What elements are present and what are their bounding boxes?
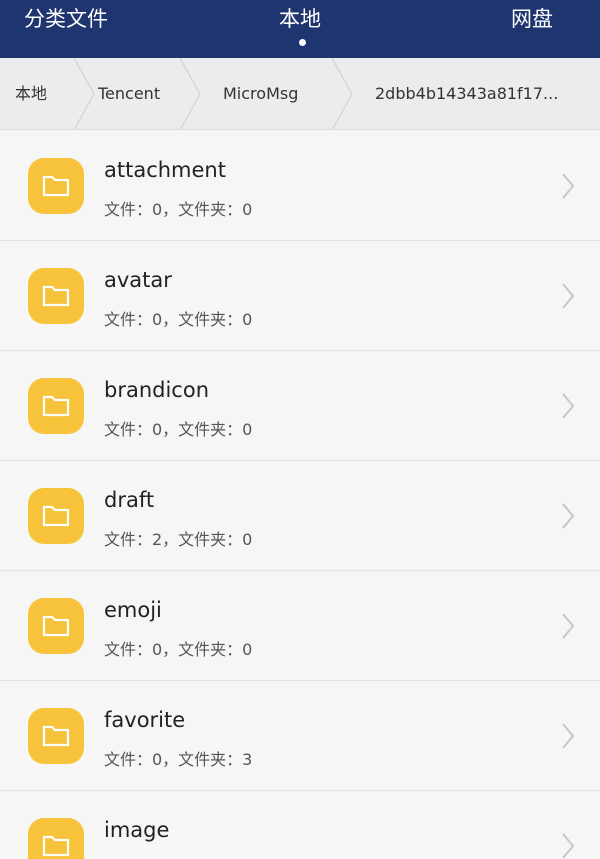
folder-meta: 文件：0，文件夹：3	[104, 750, 253, 769]
folder-icon	[28, 708, 84, 764]
folder-name: emoji	[104, 598, 162, 622]
breadcrumb-separator-icon	[72, 58, 96, 129]
folder-row[interactable]: avatar 文件：0，文件夹：0	[0, 241, 600, 351]
top-tab-bar: 分类文件 本地 网盘	[0, 0, 600, 58]
folder-meta: 文件：0，文件夹：0	[104, 640, 253, 659]
breadcrumb: 本地 Tencent MicroMsg 2dbb4b14343a81f17...	[0, 58, 600, 130]
chevron-right-icon	[561, 832, 575, 859]
folder-icon	[28, 268, 84, 324]
breadcrumb-separator-icon	[178, 58, 202, 129]
chevron-right-icon	[561, 392, 575, 424]
folder-icon	[28, 488, 84, 544]
folder-name: image	[104, 818, 170, 842]
breadcrumb-item-current-folder[interactable]: 2dbb4b14343a81f17...	[375, 58, 558, 129]
folder-row[interactable]: image	[0, 791, 600, 859]
folder-name: favorite	[104, 708, 186, 732]
breadcrumb-item-local[interactable]: 本地	[15, 58, 47, 129]
active-tab-indicator	[299, 39, 306, 46]
folder-meta: 文件：0，文件夹：0	[104, 310, 253, 329]
folder-name: attachment	[104, 158, 226, 182]
folder-icon	[28, 598, 84, 654]
breadcrumb-item-micromsg[interactable]: MicroMsg	[223, 58, 298, 129]
chevron-right-icon	[561, 612, 575, 644]
chevron-right-icon	[561, 722, 575, 754]
folder-meta: 文件：0，文件夹：0	[104, 200, 253, 219]
chevron-right-icon	[561, 502, 575, 534]
folder-icon	[28, 158, 84, 214]
folder-row[interactable]: brandicon 文件：0，文件夹：0	[0, 351, 600, 461]
folder-row[interactable]: attachment 文件：0，文件夹：0	[0, 131, 600, 241]
folder-row[interactable]: favorite 文件：0，文件夹：3	[0, 681, 600, 791]
chevron-right-icon	[561, 172, 575, 204]
folder-row[interactable]: draft 文件：2，文件夹：0	[0, 461, 600, 571]
folder-list: attachment 文件：0，文件夹：0 avatar 文件：0，文件夹：0 …	[0, 131, 600, 859]
folder-meta: 文件：2，文件夹：0	[104, 530, 253, 549]
tab-cloud-drive[interactable]: 网盘	[511, 4, 553, 34]
tab-categories[interactable]: 分类文件	[24, 4, 108, 34]
breadcrumb-separator-icon	[330, 58, 354, 129]
folder-name: draft	[104, 488, 155, 512]
chevron-right-icon	[561, 282, 575, 314]
folder-meta: 文件：0，文件夹：0	[104, 420, 253, 439]
folder-icon	[28, 378, 84, 434]
folder-name: avatar	[104, 268, 172, 292]
tab-local[interactable]: 本地	[279, 4, 321, 34]
breadcrumb-item-tencent[interactable]: Tencent	[98, 58, 168, 129]
folder-icon	[28, 818, 84, 859]
folder-name: brandicon	[104, 378, 210, 402]
folder-row[interactable]: emoji 文件：0，文件夹：0	[0, 571, 600, 681]
